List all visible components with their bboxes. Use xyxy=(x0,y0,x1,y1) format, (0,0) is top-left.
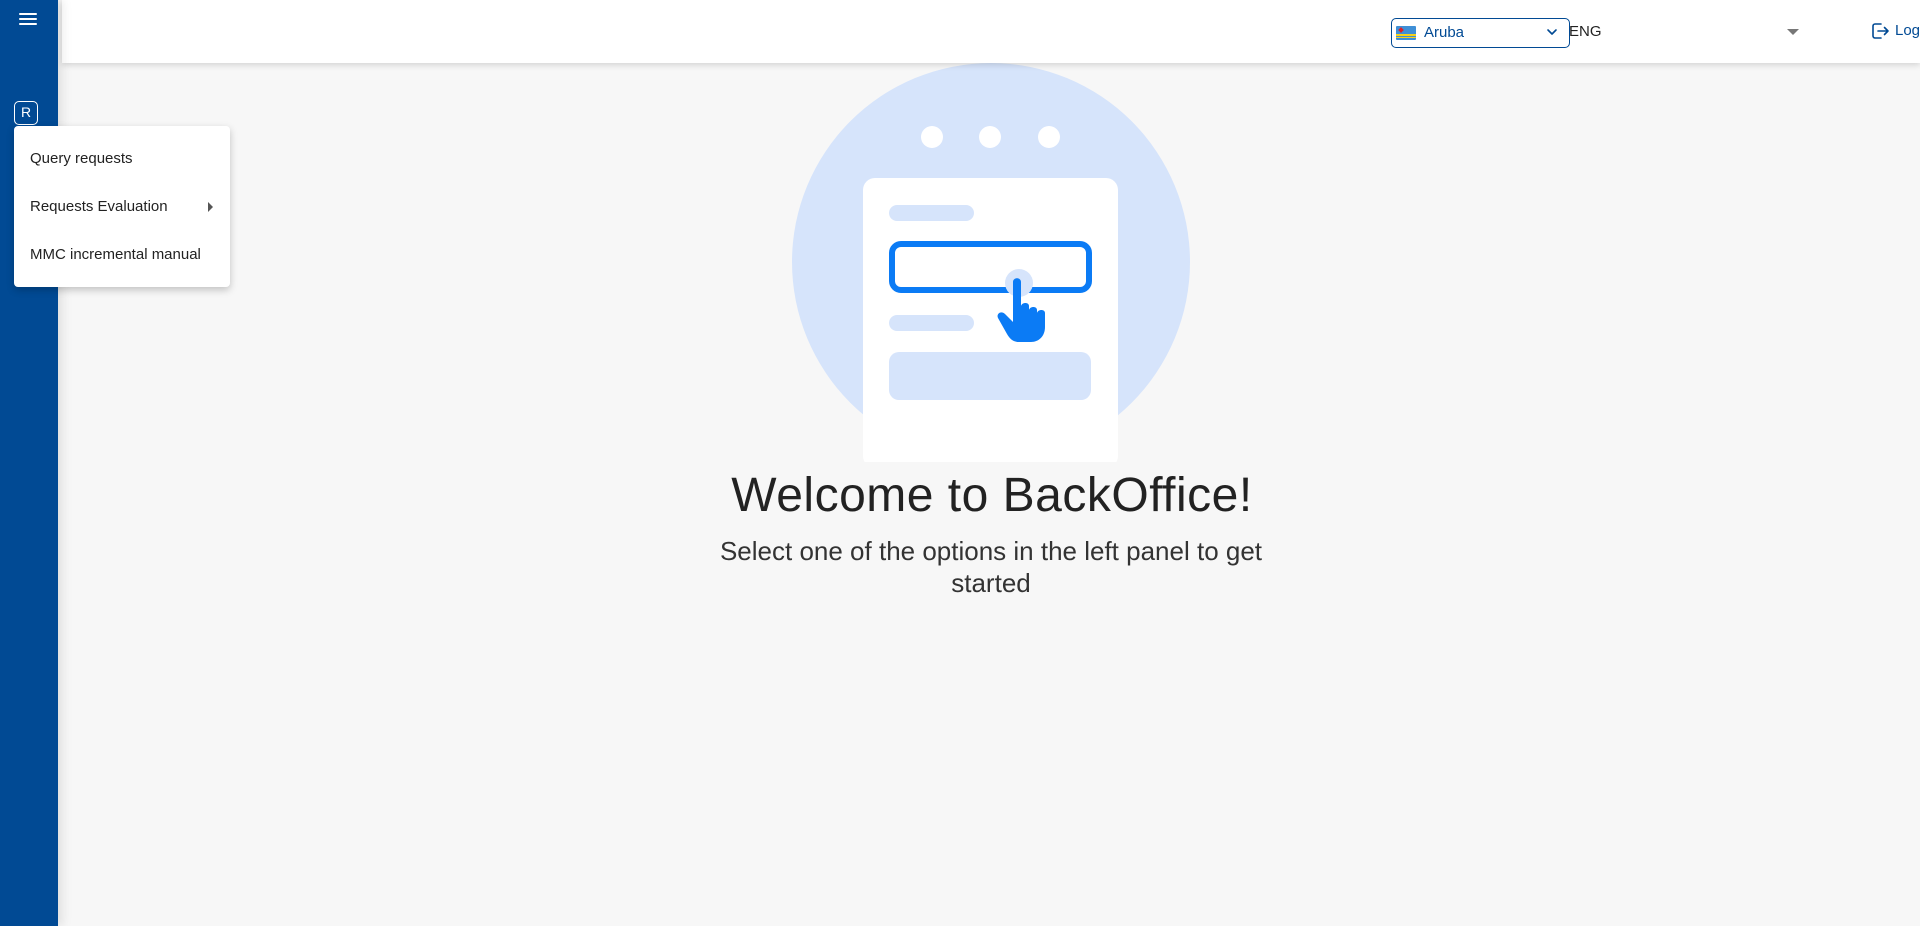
menu-item-mmc-incremental-manual[interactable]: MMC incremental manual xyxy=(14,235,230,275)
country-select-value: Aruba xyxy=(1424,24,1465,41)
hamburger-menu-icon[interactable] xyxy=(17,10,39,28)
placeholder-block xyxy=(889,352,1091,400)
caret-down-icon xyxy=(1787,29,1799,35)
menu-item-requests-evaluation[interactable]: Requests Evaluation xyxy=(14,187,230,227)
menu-item-label: Requests Evaluation xyxy=(30,198,168,215)
user-initial-badge[interactable]: R xyxy=(14,101,38,125)
language-select-value: ENG xyxy=(1569,23,1602,40)
menu-item-label: Query requests xyxy=(30,150,133,167)
dot-icon xyxy=(1038,126,1060,148)
menu-item-label: MMC incremental manual xyxy=(30,246,201,263)
country-select[interactable]: Aruba xyxy=(1391,18,1570,48)
language-select[interactable]: ENG xyxy=(1557,16,1802,48)
menu-item-query-requests[interactable]: Query requests xyxy=(14,139,230,179)
dot-icon xyxy=(921,126,943,148)
dot-icon xyxy=(979,126,1001,148)
navigation-popup-menu: Query requests Requests Evaluation MMC i… xyxy=(14,126,230,287)
placeholder-line xyxy=(889,315,974,331)
submenu-arrow-icon xyxy=(208,202,213,212)
logout-icon xyxy=(1872,23,1889,39)
welcome-illustration xyxy=(792,63,1190,462)
aruba-flag-icon xyxy=(1396,26,1416,40)
placeholder-line xyxy=(889,205,974,221)
welcome-title: Welcome to BackOffice! xyxy=(731,469,1253,522)
logout-label: Log out xyxy=(1895,22,1920,39)
welcome-subtitle: Select one of the options in the left pa… xyxy=(719,536,1263,598)
top-bar: Aruba ENG Log out xyxy=(62,0,1920,63)
